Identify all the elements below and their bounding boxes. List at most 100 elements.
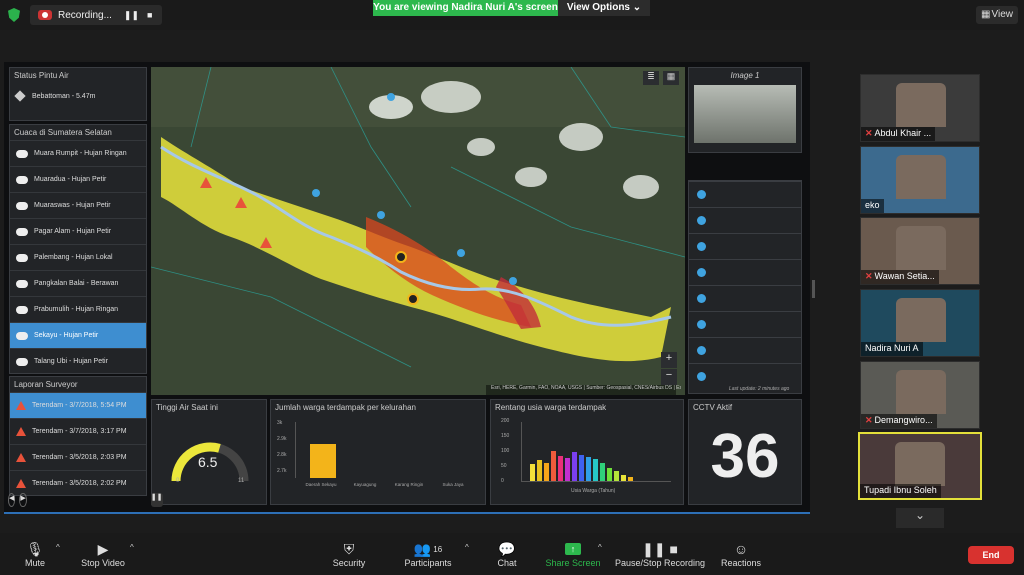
- cctv-list-item[interactable]: [689, 285, 801, 311]
- weather-cloud-icon: [16, 357, 28, 366]
- participant-tile[interactable]: ✕ Wawan Setia...: [860, 217, 980, 285]
- jumlah-ytick: 2.8k: [277, 452, 287, 458]
- participants-button[interactable]: 👥 16 Participants: [393, 540, 463, 569]
- age-bar[interactable]: [572, 452, 577, 481]
- age-bar[interactable]: [565, 458, 570, 481]
- stop-video-button[interactable]: ▶ Stop Video: [68, 540, 138, 569]
- gallery-scroll-down-icon[interactable]: ⌄: [896, 508, 944, 528]
- participant-tile[interactable]: Nadira Nuri A: [860, 289, 980, 357]
- cuaca-item[interactable]: Prabumulih - Hujan Ringan: [10, 296, 146, 322]
- end-meeting-button[interactable]: End: [968, 546, 1014, 564]
- age-bar[interactable]: [614, 471, 619, 481]
- participants-options-chevron-icon[interactable]: ^: [465, 543, 469, 552]
- participant-name-tag: ✕ Abdul Khair ...: [861, 127, 936, 141]
- camera-pin-icon: [697, 372, 706, 381]
- rentang-usia-title: Rentang usia warga terdampak: [495, 403, 607, 412]
- cuaca-item[interactable]: Pangkalan Balai - Berawan: [10, 270, 146, 296]
- age-bar[interactable]: [607, 468, 612, 481]
- grid-view-icon[interactable]: ▦: [663, 71, 679, 85]
- gauge-value: 6.5: [198, 454, 218, 470]
- cuaca-item-label: Talang Ubi - Hujan Petir: [34, 358, 108, 365]
- status-pintu-air-panel: Status Pintu Air Bebattoman - 5.47m: [9, 67, 147, 121]
- age-bar[interactable]: [628, 477, 633, 481]
- cctv-list-item[interactable]: [689, 311, 801, 337]
- participant-video: [896, 155, 946, 199]
- cctv-list-item[interactable]: [689, 259, 801, 285]
- cuaca-item[interactable]: Talang Ubi - Hujan Petir: [10, 348, 146, 374]
- laporan-list: Terendam - 3/7/2018, 5:54 PM Terendam - 3…: [10, 392, 146, 496]
- zoom-in-button[interactable]: +: [661, 352, 677, 368]
- camera-pin-icon: [697, 268, 706, 277]
- age-bar[interactable]: [600, 463, 605, 481]
- cctv-list-item[interactable]: [689, 181, 801, 207]
- muted-microphone-icon: ✕: [865, 271, 873, 281]
- age-bar[interactable]: [544, 463, 549, 481]
- pintu-air-item[interactable]: Bebattoman - 5.47m: [10, 83, 146, 109]
- chat-button[interactable]: 💬 Chat: [472, 540, 542, 569]
- participant-name-tag: Tupadi Ibnu Soleh: [860, 484, 941, 498]
- share-options-chevron-icon[interactable]: ^: [598, 543, 602, 552]
- jumlah-warga-panel: Jumlah warga terdampak per kelurahan 3k 2…: [270, 399, 486, 505]
- weather-cloud-icon: [16, 253, 28, 262]
- chevron-down-icon: ⌄: [632, 2, 642, 13]
- pause-recording-icon[interactable]: ❚❚: [124, 10, 139, 21]
- cuaca-item[interactable]: Muaradua - Hujan Petir: [10, 166, 146, 192]
- tinggi-air-panel: Tinggi Air Saat ini 6.5 0 11: [151, 399, 267, 505]
- participant-tile[interactable]: ✕ Abdul Khair ...: [860, 74, 980, 142]
- cuaca-item[interactable]: Pagar Alam - Hujan Petir: [10, 218, 146, 244]
- age-bar[interactable]: [579, 455, 584, 481]
- age-bar[interactable]: [530, 464, 535, 481]
- participant-video: [896, 226, 946, 270]
- participant-tile[interactable]: Tupadi Ibnu Soleh: [858, 432, 982, 500]
- pintu-air-label: Bebattoman - 5.47m: [32, 92, 96, 100]
- cctv-list: [689, 181, 801, 389]
- pause-icon[interactable]: ❚❚: [150, 493, 163, 507]
- cctv-list-item[interactable]: [689, 337, 801, 363]
- laporan-title: Laporan Surveyor: [14, 380, 78, 389]
- laporan-item[interactable]: Terendam - 3/7/2018, 5:54 PM: [10, 392, 146, 418]
- list-view-icon[interactable]: ≣: [643, 71, 659, 85]
- age-bar[interactable]: [586, 457, 591, 481]
- laporan-item[interactable]: Terendam - 3/5/2018, 2:03 PM: [10, 444, 146, 470]
- weather-cloud-icon: [16, 149, 28, 158]
- grid-icon: ▦: [981, 9, 991, 20]
- warning-icon: [16, 401, 26, 410]
- age-bar[interactable]: [593, 459, 598, 481]
- cuaca-item[interactable]: Muaraswas - Hujan Petir: [10, 192, 146, 218]
- cuaca-item[interactable]: Sekayu - Hujan Petir: [10, 322, 146, 348]
- cctv-list-item[interactable]: [689, 233, 801, 259]
- mute-options-chevron-icon[interactable]: ^: [56, 543, 60, 552]
- flood-map[interactable]: Esri, HERE, Garmin, FAO, NOAA, USGS | Su…: [151, 67, 685, 395]
- video-options-chevron-icon[interactable]: ^: [130, 543, 134, 552]
- security-button[interactable]: ⛨ Security: [314, 540, 384, 569]
- gallery-splitter[interactable]: [812, 280, 815, 298]
- view-button-label: View: [991, 9, 1014, 20]
- zoom-out-button[interactable]: −: [661, 369, 677, 385]
- view-options-button[interactable]: View Options ⌄: [558, 0, 650, 16]
- participant-tile[interactable]: ✕ Demangwiro...: [860, 361, 980, 429]
- age-bar[interactable]: [621, 475, 626, 481]
- age-bar[interactable]: [558, 456, 563, 481]
- pause-stop-recording-button[interactable]: ❚❚ ■ Pause/Stop Recording: [612, 540, 708, 569]
- age-bar[interactable]: [551, 451, 556, 481]
- image-panel-title: Image 1: [730, 71, 760, 80]
- cctv-image[interactable]: [694, 85, 796, 143]
- play-icon[interactable]: ▶: [19, 493, 27, 507]
- reactions-button[interactable]: ☺ Reactions: [706, 540, 776, 568]
- cuaca-item-label: Pagar Alam - Hujan Petir: [34, 228, 112, 235]
- cuaca-item[interactable]: Muara Rumpit - Hujan Ringan: [10, 140, 146, 166]
- last-update: Last update: 2 minutes ago: [729, 386, 790, 392]
- rentang-ytick: 0: [501, 478, 504, 484]
- cctv-list-item[interactable]: [689, 207, 801, 233]
- jumlah-warga-title: Jumlah warga terdampak per kelurahan: [275, 403, 416, 412]
- prev-icon[interactable]: ◀: [8, 493, 16, 507]
- view-button[interactable]: ▦ View: [976, 6, 1018, 24]
- age-bar[interactable]: [537, 460, 542, 481]
- stop-recording-icon[interactable]: ■: [147, 10, 152, 20]
- camera-pin-icon: [697, 190, 706, 199]
- participant-tile[interactable]: eko: [860, 146, 980, 214]
- chat-label: Chat: [497, 558, 517, 568]
- jumlah-bar[interactable]: [310, 444, 336, 478]
- cuaca-item[interactable]: Palembang - Hujan Lokal: [10, 244, 146, 270]
- laporan-item[interactable]: Terendam - 3/7/2018, 3:17 PM: [10, 418, 146, 444]
